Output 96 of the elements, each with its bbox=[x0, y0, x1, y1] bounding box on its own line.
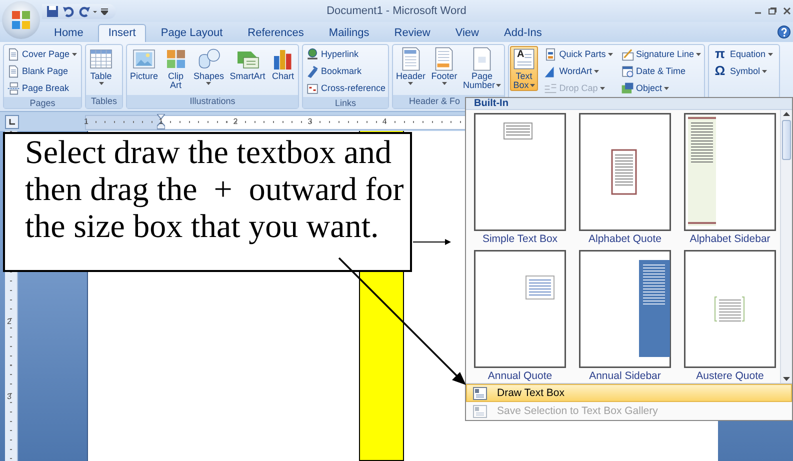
ribbon-button[interactable]: Blank Page bbox=[5, 63, 79, 79]
ribbon-tab[interactable]: View bbox=[445, 24, 489, 42]
quick-parts-icon bbox=[544, 48, 558, 60]
ribbon-button[interactable]: Signature Line bbox=[618, 46, 703, 62]
gallery-option[interactable]: Austere Quote bbox=[682, 250, 778, 383]
ribbon-button[interactable]: Shapes bbox=[191, 46, 226, 87]
caret-icon bbox=[442, 82, 447, 85]
caret-icon bbox=[608, 52, 613, 56]
ribbon-button[interactable]: Quick Parts bbox=[542, 46, 615, 62]
globe-icon bbox=[306, 48, 319, 60]
ruler-number: 2 bbox=[7, 317, 12, 326]
text-box-icon bbox=[473, 404, 487, 418]
ribbon-button[interactable]: Footer bbox=[429, 46, 460, 87]
ribbon-button[interactable]: Hyperlink bbox=[304, 46, 388, 62]
ribbon-tab[interactable]: Mailings bbox=[318, 24, 380, 42]
ribbon-button[interactable]: Page Number bbox=[460, 46, 503, 91]
bookmark-icon bbox=[306, 64, 319, 78]
caret-icon bbox=[98, 82, 104, 85]
picture-icon bbox=[132, 47, 156, 71]
ribbon-tab[interactable]: Page Layout bbox=[150, 24, 233, 42]
table-icon bbox=[89, 47, 113, 71]
calendar-icon bbox=[620, 64, 634, 78]
ribbon-button[interactable]: Cover Page bbox=[5, 46, 79, 62]
tab-selector-icon[interactable] bbox=[5, 114, 19, 128]
gallery-option[interactable]: Annual Quote bbox=[472, 250, 568, 383]
text-box-icon bbox=[473, 386, 487, 400]
scroll-down-icon[interactable] bbox=[783, 375, 790, 383]
group-label: Tables bbox=[90, 96, 117, 106]
caret-icon bbox=[600, 86, 605, 90]
caret-icon bbox=[664, 86, 669, 90]
caret-icon bbox=[496, 84, 501, 88]
ribbon-button[interactable]: SmartArt bbox=[228, 46, 268, 87]
caret-icon bbox=[768, 52, 773, 56]
ribbon-button[interactable]: Chart bbox=[269, 46, 297, 87]
instruction-tooltip: Select draw the textbox and then drag the + outward for the size box that you want. bbox=[3, 132, 412, 272]
ribbon-tab[interactable]: References bbox=[238, 24, 314, 42]
group-label: Illustrations bbox=[190, 96, 236, 106]
caret-icon bbox=[530, 84, 535, 88]
ribbon-button[interactable]: Picture bbox=[128, 46, 160, 87]
caret-icon bbox=[762, 70, 768, 72]
restore-icon[interactable] bbox=[768, 7, 777, 15]
ruler-number: 4 bbox=[382, 117, 387, 126]
ruler-number: 2 bbox=[233, 117, 238, 126]
indent-marker-icon[interactable] bbox=[157, 114, 165, 130]
save-icon[interactable] bbox=[46, 4, 59, 18]
redo-icon[interactable] bbox=[78, 4, 98, 18]
group-label: Header & Fo bbox=[409, 96, 460, 106]
cross-reference-icon bbox=[306, 82, 319, 94]
menu-item[interactable]: Draw Text Box bbox=[466, 384, 792, 402]
window-title: Document1 - Microsoft Word bbox=[326, 5, 466, 17]
help-icon[interactable] bbox=[777, 25, 791, 39]
ribbon-tab[interactable]: Review bbox=[384, 24, 440, 42]
office-button[interactable] bbox=[2, 1, 40, 39]
scroll-up-icon[interactable] bbox=[783, 110, 790, 118]
ribbon-button[interactable]: WordArt bbox=[542, 63, 615, 79]
group-label: Links bbox=[334, 98, 356, 108]
ruler-number: 3 bbox=[7, 392, 12, 401]
drop-cap-icon bbox=[544, 82, 558, 94]
page-icon bbox=[7, 48, 20, 60]
ribbon-button[interactable]: Cross-reference bbox=[304, 80, 388, 96]
ruler-number: 1 bbox=[84, 117, 88, 126]
page-icon bbox=[7, 64, 20, 78]
ruler-number: 3 bbox=[308, 117, 312, 126]
signature-icon bbox=[620, 48, 634, 60]
ribbon-tab[interactable]: Add-Ins bbox=[494, 24, 552, 42]
ribbon-button[interactable]: Bookmark bbox=[304, 63, 388, 79]
page-break-icon bbox=[7, 82, 20, 94]
caret-icon bbox=[696, 52, 701, 56]
ribbon-button[interactable]: Page Break bbox=[5, 80, 79, 96]
ribbon-tab[interactable]: Insert bbox=[98, 24, 146, 42]
ribbon-button[interactable]: Clip Art bbox=[162, 46, 190, 91]
object-icon bbox=[620, 82, 634, 94]
text-box-icon bbox=[512, 47, 536, 71]
ribbon-tab[interactable]: Home bbox=[44, 24, 94, 42]
ribbon-button[interactable]: π Equation bbox=[710, 46, 775, 62]
ribbon-button[interactable]: Object bbox=[618, 80, 703, 96]
arrow bbox=[412, 239, 451, 245]
ribbon-button[interactable]: Table bbox=[87, 46, 115, 87]
office-logo-icon bbox=[10, 9, 32, 31]
ruler-number: 1 bbox=[158, 117, 164, 126]
group-label: Pages bbox=[30, 98, 56, 108]
ribbon-button[interactable]: A Text Box bbox=[510, 46, 538, 91]
caret-icon bbox=[408, 82, 414, 85]
ribbon-button[interactable]: Date & Time bbox=[618, 63, 703, 79]
undo-icon[interactable] bbox=[62, 4, 75, 18]
scrollbar-thumb[interactable] bbox=[782, 120, 791, 160]
shapes-icon bbox=[196, 47, 221, 71]
caret-icon bbox=[206, 82, 212, 85]
customize-icon[interactable] bbox=[101, 7, 108, 15]
ribbon-button[interactable]: Ω Symbol bbox=[710, 63, 775, 79]
caret-icon bbox=[72, 52, 77, 56]
close-icon[interactable] bbox=[783, 7, 791, 15]
gallery-option[interactable]: Annual Sidebar bbox=[577, 250, 673, 383]
caret-icon bbox=[594, 70, 600, 72]
gallery-heading: Built-In bbox=[474, 98, 508, 109]
ribbon-button[interactable]: Header bbox=[394, 46, 428, 87]
